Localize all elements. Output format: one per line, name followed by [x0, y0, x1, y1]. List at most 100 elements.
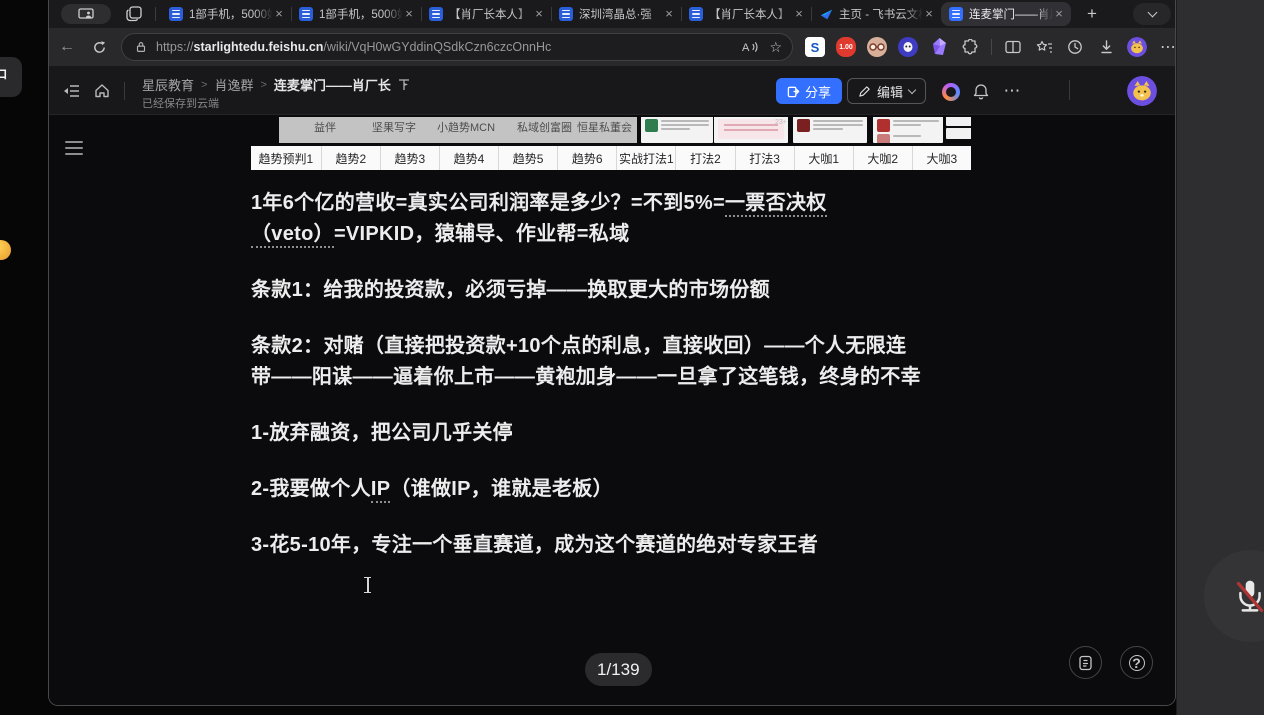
table-tab-cell[interactable]: 趋势4: [440, 146, 499, 170]
text-line: 3-花5-10年，专注一个垂直赛道，成为这个赛道的绝对专家王者: [251, 530, 971, 561]
image-band-label: 坚果写字: [372, 119, 416, 135]
table-tab-cell[interactable]: 趋势3: [381, 146, 440, 170]
text-segment: 带——阳谋——逼着你上市——黄袍加身——一旦拿了这笔钱，终身的不幸: [251, 366, 921, 388]
image-band-label: 益伴: [314, 119, 336, 135]
browser-tab[interactable]: 【肖厂长本人】×: [421, 2, 551, 26]
image-link-card: [873, 117, 943, 143]
document-canvas[interactable]: 益伴坚果写字小趋势MCN私域创富圈恒星私董会 30+23+ 趋势预判1趋势2趋势…: [49, 115, 1175, 706]
table-tab-cell[interactable]: 趋势6: [558, 146, 617, 170]
share-icon: [787, 85, 800, 98]
notifications-bell-icon[interactable]: [970, 80, 992, 102]
image-link-card: [641, 117, 713, 143]
table-tab-cell[interactable]: 实战打法1: [617, 146, 676, 170]
text-segment: =VIPKID，猿辅导、作业帮=私域: [334, 223, 629, 245]
browser-tab[interactable]: 1部手机，5000好×: [161, 2, 291, 26]
crystal-extension-icon[interactable]: [929, 37, 949, 57]
collections-favorites-icon[interactable]: [1034, 37, 1054, 57]
text-segment: 条款2：对赌（直接把投资款+10个点的利息，直接收回）——个人无限连: [251, 335, 906, 357]
home-icon[interactable]: [94, 83, 110, 98]
image-partial-cards: [946, 117, 971, 141]
tab-strip: 1部手机，5000好×1部手机，5000好×【肖厂长本人】×深圳湾晶总·强×【肖…: [161, 2, 1105, 26]
read-aloud-icon[interactable]: A: [742, 40, 759, 54]
image-views-label: 30+: [623, 119, 635, 126]
doc-outline-hamburger-icon[interactable]: [65, 141, 83, 155]
extensions-menu-icon[interactable]: [960, 37, 980, 57]
recording-status-label: 录制中: [0, 66, 8, 88]
browser-tab[interactable]: 连麦掌门——肖厂×: [941, 2, 1071, 26]
table-tab-cell[interactable]: 趋势预判1: [251, 146, 322, 170]
tab-search-dropdown[interactable]: [1133, 3, 1171, 25]
split-screen-icon[interactable]: [1003, 37, 1023, 57]
glasses-avatar-extension-icon[interactable]: [867, 37, 887, 57]
tab-close-icon[interactable]: ×: [923, 8, 935, 20]
table-tab-cell[interactable]: 大咖2: [854, 146, 913, 170]
browser-tab[interactable]: 深圳湾晶总·强×: [551, 2, 681, 26]
browser-window: 1部手机，5000好×1部手机，5000好×【肖厂长本人】×深圳湾晶总·强×【肖…: [48, 0, 1176, 706]
breadcrumb-item[interactable]: 星辰教育: [142, 75, 194, 94]
sidebar-toggle-icon[interactable]: [63, 84, 80, 98]
workspaces-icon[interactable]: [125, 5, 143, 23]
tab-close-icon[interactable]: ×: [533, 8, 545, 20]
browser-tab[interactable]: 1部手机，5000好×: [291, 2, 421, 26]
edit-button[interactable]: 编辑: [847, 78, 926, 104]
text-segment: 2-我要做个人: [251, 478, 371, 500]
doc-favicon-icon: [559, 7, 573, 21]
history-icon[interactable]: [1065, 37, 1085, 57]
breadcrumb-item[interactable]: 连麦掌门——肖厂长: [274, 75, 391, 94]
tab-close-icon[interactable]: ×: [403, 8, 415, 20]
more-options-icon[interactable]: ⋯: [1001, 80, 1023, 102]
breadcrumb-item[interactable]: 肖逸群: [214, 75, 253, 94]
address-bar[interactable]: https://starlightedu.feishu.cn/wiki/VqH0…: [121, 33, 793, 61]
text-segment: （谁做IP，谁就是老板）: [390, 478, 613, 500]
price-badge-extension-icon[interactable]: 1.00: [836, 37, 856, 57]
doc-paragraph: 1年6个亿的营收=真实公司利润率是多少？=不到5%=一票否决权（veto）=VI…: [251, 188, 971, 250]
tab-close-icon[interactable]: ×: [273, 8, 285, 20]
browser-settings-icon[interactable]: ⋯: [1158, 37, 1176, 57]
doc-notes-button[interactable]: [1069, 646, 1102, 679]
doc-table-row: 趋势预判1趋势2趋势3趋势4趋势5趋势6实战打法1打法2打法3大咖1大咖2大咖3: [251, 146, 971, 170]
tab-title: 主页 - 飞书云文档: [839, 6, 923, 22]
help-icon: ?: [1129, 655, 1145, 671]
tab-close-icon[interactable]: ×: [793, 8, 805, 20]
table-tab-cell[interactable]: 大咖1: [795, 146, 854, 170]
tab-title: 【肖厂长本人】: [709, 6, 793, 22]
doc-paragraph: 1-放弃融资，把公司几乎关停: [251, 418, 971, 449]
doc-paragraph: 3-花5-10年，专注一个垂直赛道，成为这个赛道的绝对专家王者: [251, 530, 971, 561]
new-tab-button[interactable]: +: [1079, 2, 1105, 26]
extension-icons-row: S 1.00 ⋯: [805, 28, 1176, 66]
share-label: 分享: [805, 82, 831, 101]
text-segment: 3-花5-10年，专注一个垂直赛道，成为这个赛道的绝对专家王者: [251, 534, 818, 556]
help-button[interactable]: ?: [1120, 646, 1153, 679]
embedded-image-cropped[interactable]: 益伴坚果写字小趋势MCN私域创富圈恒星私董会 30+23+: [251, 117, 971, 143]
table-tab-cell[interactable]: 打法2: [676, 146, 735, 170]
back-button[interactable]: ←: [53, 28, 81, 66]
presence-ring-icon[interactable]: [942, 83, 960, 101]
s-extension-icon[interactable]: S: [805, 37, 825, 57]
text-segment: IP: [371, 478, 391, 503]
feishu-header: 星辰教育>肖逸群>连麦掌门——肖厂长 已经保存到云端 分享 编辑: [49, 66, 1175, 115]
ghost-face-extension-icon[interactable]: [898, 37, 918, 57]
tab-sharing-indicator[interactable]: [61, 4, 111, 24]
tab-close-icon[interactable]: ×: [663, 8, 675, 20]
doc-favicon-icon: [169, 7, 183, 21]
table-tab-cell[interactable]: 打法3: [736, 146, 795, 170]
browser-tab[interactable]: 主页 - 飞书云文档×: [811, 2, 941, 26]
profile-avatar[interactable]: [1127, 37, 1147, 57]
favorite-star-icon[interactable]: ☆: [769, 39, 782, 56]
text-segment: 1年6个亿的营收=真实公司利润率是多少？=不到5%=: [251, 192, 725, 214]
text-line: 1年6个亿的营收=真实公司利润率是多少？=不到5%=一票否决权: [251, 188, 971, 219]
browser-tab[interactable]: 【肖厂长本人】×: [681, 2, 811, 26]
refresh-button[interactable]: [85, 28, 113, 66]
table-tab-cell[interactable]: 趋势5: [499, 146, 558, 170]
table-tab-cell[interactable]: 趋势2: [322, 146, 381, 170]
tab-title: 连麦掌门——肖厂: [969, 6, 1053, 22]
share-button[interactable]: 分享: [776, 78, 842, 104]
user-avatar[interactable]: [1127, 76, 1157, 106]
table-tab-cell[interactable]: 大咖3: [913, 146, 971, 170]
text-line: 条款2：对赌（直接把投资款+10个点的利息，直接收回）——个人无限连: [251, 331, 971, 362]
edit-label: 编辑: [877, 82, 903, 101]
feishu-logo-icon: [819, 7, 833, 21]
downloads-icon[interactable]: [1096, 37, 1116, 57]
tab-close-icon[interactable]: ×: [1053, 8, 1065, 20]
wiki-node-icon[interactable]: [398, 78, 410, 91]
